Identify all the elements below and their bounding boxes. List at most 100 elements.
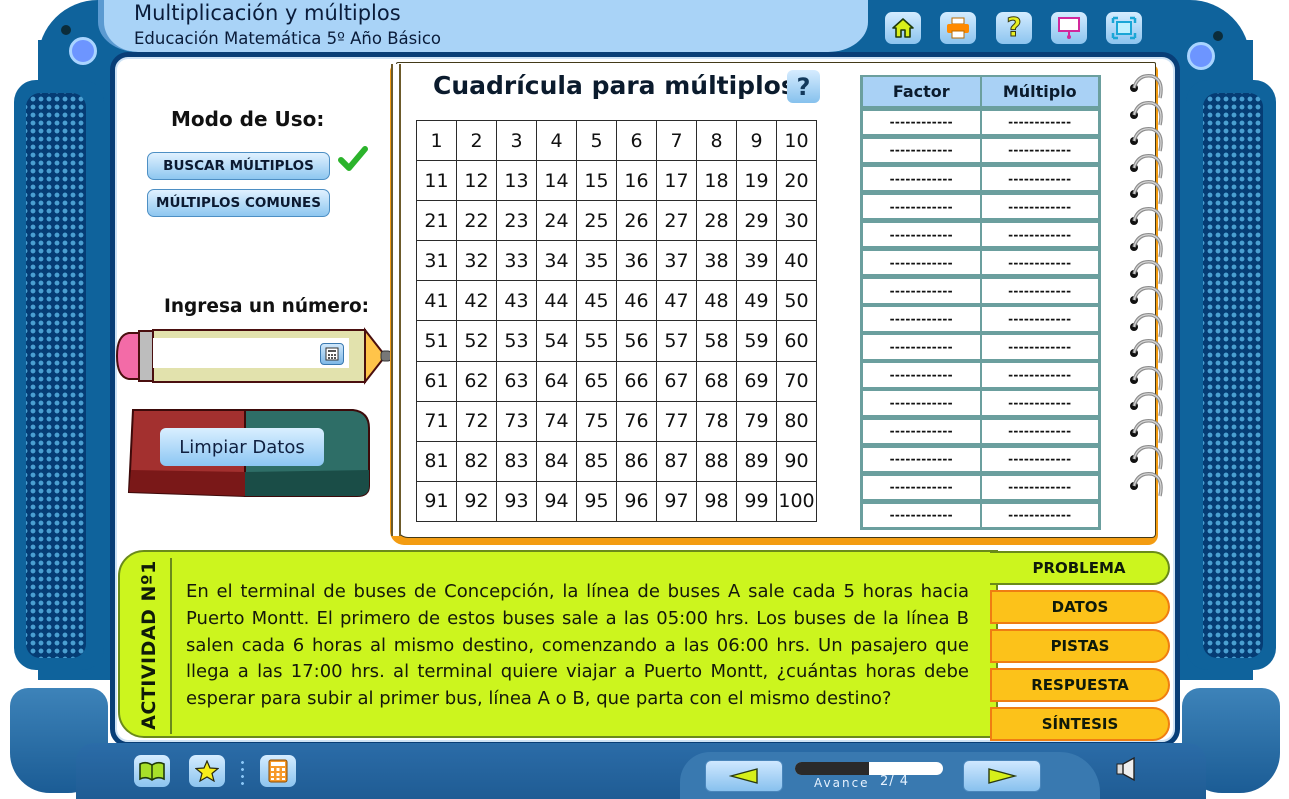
grid-cell[interactable]: 28 — [696, 200, 737, 242]
grid-cell[interactable]: 29 — [736, 200, 777, 242]
grid-cell[interactable]: 78 — [696, 400, 737, 442]
help-button[interactable]: ? — [996, 12, 1032, 44]
grid-cell[interactable]: 4 — [536, 119, 577, 162]
grid-cell[interactable]: 96 — [616, 480, 657, 522]
tab-respuesta[interactable]: RESPUESTA — [990, 668, 1170, 702]
grid-cell[interactable]: 32 — [456, 240, 497, 282]
grid-cell[interactable]: 61 — [416, 360, 457, 402]
grid-cell[interactable]: 90 — [776, 440, 817, 482]
grid-cell[interactable]: 100 — [776, 480, 817, 522]
book-button[interactable] — [134, 755, 170, 787]
grid-cell[interactable]: 7 — [656, 119, 697, 162]
grid-cell[interactable]: 52 — [456, 320, 497, 362]
grid-cell[interactable]: 46 — [616, 280, 657, 322]
grid-cell[interactable]: 18 — [696, 160, 737, 202]
grid-cell[interactable]: 44 — [536, 280, 577, 322]
grid-cell[interactable]: 84 — [536, 440, 577, 482]
grid-cell[interactable]: 50 — [776, 280, 817, 322]
grid-cell[interactable]: 87 — [656, 440, 697, 482]
grid-cell[interactable]: 10 — [776, 119, 817, 162]
grid-cell[interactable]: 93 — [496, 480, 537, 522]
grid-cell[interactable]: 43 — [496, 280, 537, 322]
grid-cell[interactable]: 72 — [456, 400, 497, 442]
grid-cell[interactable]: 3 — [496, 119, 537, 162]
grid-cell[interactable]: 13 — [496, 160, 537, 202]
grid-cell[interactable]: 71 — [416, 400, 457, 442]
find-multiples-button[interactable]: BUSCAR MÚLTIPLOS — [147, 152, 330, 180]
grid-cell[interactable]: 2 — [456, 119, 497, 162]
grid-cell[interactable]: 70 — [776, 360, 817, 402]
grid-cell[interactable]: 81 — [416, 440, 457, 482]
calculator-input-button[interactable] — [320, 343, 344, 365]
grid-cell[interactable]: 76 — [616, 400, 657, 442]
grid-cell[interactable]: 56 — [616, 320, 657, 362]
grid-cell[interactable]: 30 — [776, 200, 817, 242]
grid-cell[interactable]: 48 — [696, 280, 737, 322]
grid-cell[interactable]: 89 — [736, 440, 777, 482]
grid-cell[interactable]: 55 — [576, 320, 617, 362]
grid-cell[interactable]: 23 — [496, 200, 537, 242]
favorites-button[interactable] — [189, 755, 225, 787]
grid-cell[interactable]: 63 — [496, 360, 537, 402]
grid-cell[interactable]: 37 — [656, 240, 697, 282]
next-button[interactable] — [963, 760, 1041, 792]
grid-cell[interactable]: 16 — [616, 160, 657, 202]
grid-cell[interactable]: 80 — [776, 400, 817, 442]
sound-button[interactable] — [1114, 756, 1140, 786]
grid-cell[interactable]: 82 — [456, 440, 497, 482]
grid-cell[interactable]: 41 — [416, 280, 457, 322]
grid-cell[interactable]: 45 — [576, 280, 617, 322]
grid-cell[interactable]: 53 — [496, 320, 537, 362]
print-button[interactable] — [940, 12, 976, 44]
fullscreen-button[interactable] — [1106, 12, 1142, 44]
grid-cell[interactable]: 34 — [536, 240, 577, 282]
grid-cell[interactable]: 97 — [656, 480, 697, 522]
grid-cell[interactable]: 60 — [776, 320, 817, 362]
grid-cell[interactable]: 1 — [416, 119, 457, 162]
grid-cell[interactable]: 31 — [416, 240, 457, 282]
grid-cell[interactable]: 20 — [776, 160, 817, 202]
grid-cell[interactable]: 91 — [416, 480, 457, 522]
grid-cell[interactable]: 8 — [696, 119, 737, 162]
grid-cell[interactable]: 27 — [656, 200, 697, 242]
grid-cell[interactable]: 42 — [456, 280, 497, 322]
clear-data-button[interactable]: Limpiar Datos — [160, 428, 324, 466]
grid-cell[interactable]: 54 — [536, 320, 577, 362]
grid-cell[interactable]: 99 — [736, 480, 777, 522]
grid-cell[interactable]: 58 — [696, 320, 737, 362]
grid-cell[interactable]: 17 — [656, 160, 697, 202]
tab-datos[interactable]: DATOS — [990, 590, 1170, 624]
grid-cell[interactable]: 38 — [696, 240, 737, 282]
tab-problema[interactable]: PROBLEMA — [990, 551, 1170, 585]
grid-cell[interactable]: 51 — [416, 320, 457, 362]
grid-cell[interactable]: 21 — [416, 200, 457, 242]
grid-cell[interactable]: 86 — [616, 440, 657, 482]
grid-cell[interactable]: 77 — [656, 400, 697, 442]
board-button[interactable] — [1051, 12, 1087, 44]
grid-cell[interactable]: 22 — [456, 200, 497, 242]
grid-cell[interactable]: 79 — [736, 400, 777, 442]
previous-button[interactable] — [705, 760, 783, 792]
grid-cell[interactable]: 35 — [576, 240, 617, 282]
grid-cell[interactable]: 12 — [456, 160, 497, 202]
grid-help-button[interactable]: ? — [787, 70, 820, 103]
grid-cell[interactable]: 24 — [536, 200, 577, 242]
grid-cell[interactable]: 14 — [536, 160, 577, 202]
grid-cell[interactable]: 26 — [616, 200, 657, 242]
grid-cell[interactable]: 98 — [696, 480, 737, 522]
grid-cell[interactable]: 68 — [696, 360, 737, 402]
grid-cell[interactable]: 74 — [536, 400, 577, 442]
grid-cell[interactable]: 94 — [536, 480, 577, 522]
grid-cell[interactable]: 9 — [736, 119, 777, 162]
grid-cell[interactable]: 88 — [696, 440, 737, 482]
tab-pistas[interactable]: PISTAS — [990, 629, 1170, 663]
grid-cell[interactable]: 64 — [536, 360, 577, 402]
grid-cell[interactable]: 11 — [416, 160, 457, 202]
grid-cell[interactable]: 65 — [576, 360, 617, 402]
grid-cell[interactable]: 92 — [456, 480, 497, 522]
calculator-button[interactable] — [260, 755, 296, 787]
grid-cell[interactable]: 47 — [656, 280, 697, 322]
home-button[interactable] — [885, 12, 921, 44]
grid-cell[interactable]: 15 — [576, 160, 617, 202]
grid-cell[interactable]: 33 — [496, 240, 537, 282]
